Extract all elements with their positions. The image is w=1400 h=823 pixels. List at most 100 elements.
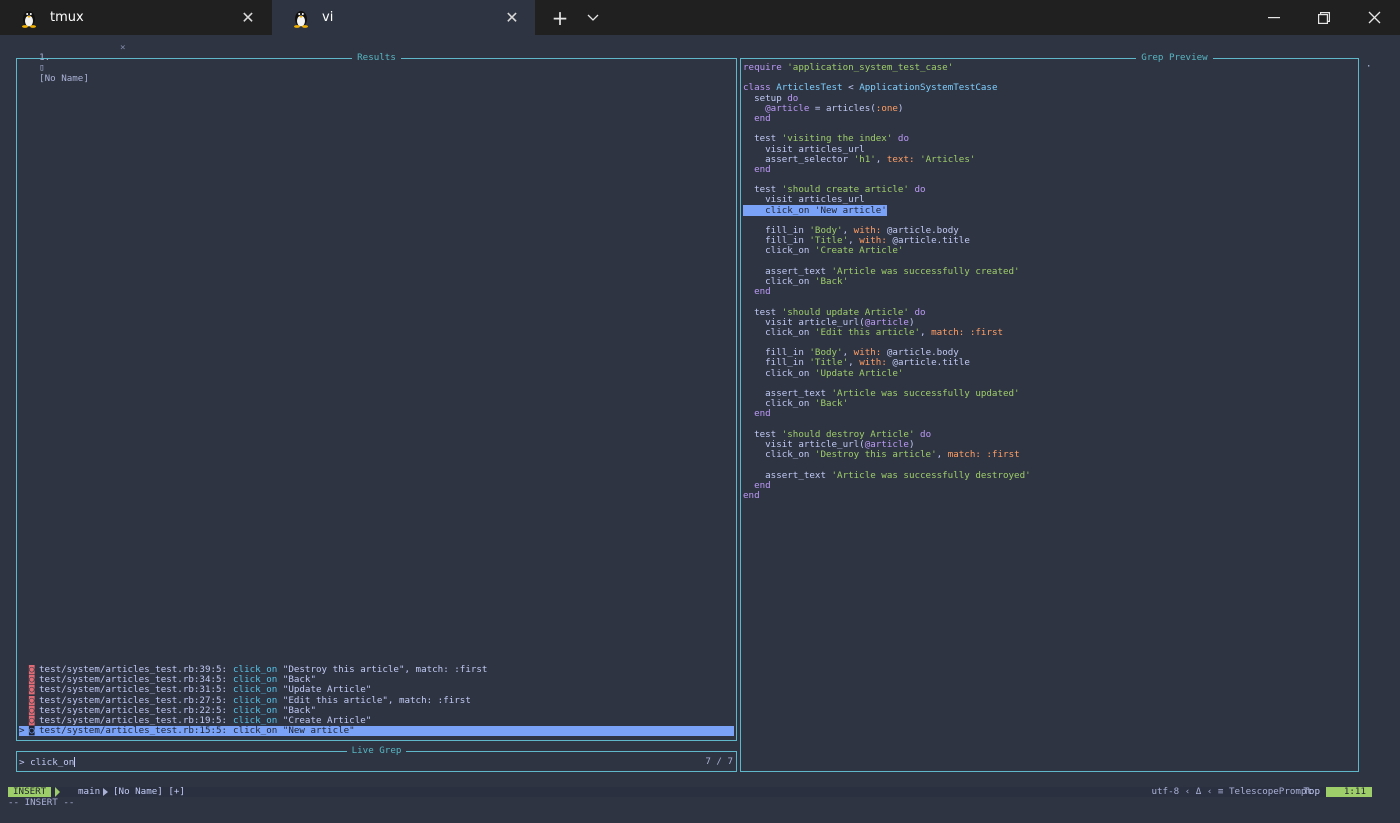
code-line: end xyxy=(743,489,1356,501)
statusline-filename: [No Name] [+] xyxy=(113,786,185,797)
code-line: @article = articles(:one) xyxy=(743,102,1356,114)
code-token: end xyxy=(743,489,760,501)
code-token: , xyxy=(920,326,932,338)
result-match: click_on xyxy=(233,725,278,737)
code-line: end xyxy=(743,409,1356,419)
window-close-button[interactable] xyxy=(1356,0,1392,35)
code-token: text: xyxy=(886,153,915,165)
separator-arrow xyxy=(103,788,108,796)
code-token: 'Article was successfully updated' xyxy=(831,388,1020,399)
result-path: test/system/articles_test.rb:15:5: xyxy=(39,725,228,737)
code-token: ApplicationSystemTestCase xyxy=(859,82,998,94)
code-line: end xyxy=(743,113,1356,124)
code-token: < xyxy=(842,82,860,94)
scroll-position: Top xyxy=(1303,786,1320,797)
code-token: 'h1' xyxy=(853,153,876,165)
restore-button[interactable] xyxy=(1306,0,1342,35)
code-line: click_on 'Edit this article', match: :fi… xyxy=(743,326,1356,338)
code-token: 'Articles' xyxy=(920,153,976,165)
code-token: match: xyxy=(947,449,981,461)
code-token: 'Article was successfully created' xyxy=(831,265,1020,277)
cursor-position: 1:11 xyxy=(1325,786,1372,797)
tab-tmux[interactable]: tmux ✕ xyxy=(0,0,271,35)
code-token: 'Destroy this article' xyxy=(814,449,937,461)
code-line: click_on 'Back' xyxy=(743,399,1356,409)
code-preview: require 'application_system_test_case' c… xyxy=(743,62,1356,501)
restore-icon xyxy=(1318,11,1330,24)
close-icon[interactable]: × xyxy=(120,42,126,53)
results-panel: Results ◙ test/system/articles_test.rb:39… xyxy=(16,52,737,741)
tab-dropdown-button[interactable] xyxy=(578,0,608,35)
tab-vi[interactable]: vi ✕ xyxy=(272,0,535,35)
code-line: click_on 'Create Article' xyxy=(743,246,1356,256)
results-title: Results xyxy=(352,52,401,63)
terminal-titlebar: tmux ✕ vi ✕ + xyxy=(0,0,1400,35)
minimize-button[interactable] xyxy=(1256,0,1292,35)
prompt-prefix: > xyxy=(19,757,31,768)
selection-caret: > xyxy=(19,725,25,737)
code-line: click_on 'New article' xyxy=(743,204,1356,216)
code-token: visit articles_url xyxy=(743,194,865,206)
code-token: do xyxy=(908,184,926,196)
code-token: , xyxy=(936,449,948,461)
new-tab-button[interactable]: + xyxy=(545,0,575,35)
code-token: end xyxy=(743,408,771,420)
result-counter: 7 / 7 xyxy=(705,756,733,767)
chevron-down-icon xyxy=(587,14,599,21)
command-line: -- INSERT -- xyxy=(8,797,75,808)
scroll-marker: · xyxy=(1366,62,1372,72)
close-icon xyxy=(1368,11,1380,24)
close-icon[interactable]: ✕ xyxy=(501,7,523,29)
prompt-title: Live Grep xyxy=(346,745,407,756)
code-line: end xyxy=(743,287,1356,297)
search-input[interactable]: > click_on xyxy=(19,757,76,768)
code-token: = articles( xyxy=(809,102,876,114)
code-token: :first xyxy=(964,326,1004,338)
code-token: 'Back' xyxy=(814,275,849,287)
code-token: 'application_system_test_case' xyxy=(787,62,954,73)
highlighted-match: click_on 'New article' xyxy=(743,204,887,216)
code-token: 'Back' xyxy=(814,398,849,410)
minimize-icon xyxy=(1268,16,1280,18)
code-line: assert_selector 'h1', text: 'Articles' xyxy=(743,153,1356,165)
close-icon[interactable]: ✕ xyxy=(237,7,259,29)
code-token: :first xyxy=(980,449,1020,461)
tux-icon xyxy=(294,10,308,28)
code-token: match: xyxy=(931,326,965,338)
code-line: assert_text 'Article was successfully de… xyxy=(743,469,1356,481)
code-line: click_on 'Back' xyxy=(743,275,1356,287)
code-token: ) xyxy=(897,102,904,114)
preview-title: Grep Preview xyxy=(1136,52,1213,63)
code-line: end xyxy=(743,164,1356,175)
code-line: require 'application_system_test_case' xyxy=(743,62,1356,73)
code-token: 'Article was successfully destroyed' xyxy=(831,469,1031,481)
statusline-right: utf-8 ‹ Δ ‹ ≡ TelescopePrompt xyxy=(1151,786,1312,797)
list-item[interactable]: > ◙ test/system/articles_test.rb:15:5: clic… xyxy=(19,725,734,737)
result-text: "New article" xyxy=(277,725,355,737)
code-token: click_on xyxy=(743,367,815,379)
code-line: class ArticlesTest < ApplicationSystemTe… xyxy=(743,83,1356,93)
file-icon: ◙ xyxy=(29,725,35,737)
separator-arrow xyxy=(55,787,60,797)
code-token: click_on xyxy=(743,449,815,461)
code-line: click_on 'Destroy this article', match: … xyxy=(743,450,1356,460)
statusline: INSERT main [No Name] [+] utf-8 ‹ Δ ‹ ≡ … xyxy=(8,786,1372,797)
mode-indicator: INSERT xyxy=(8,786,52,797)
code-line: click_on 'Update Article' xyxy=(743,367,1356,379)
code-token: 'Create Article' xyxy=(814,245,904,257)
fileformat-icon: Δ xyxy=(1195,786,1202,797)
code-token: do xyxy=(914,428,932,440)
tab-label: tmux xyxy=(50,10,84,25)
results-list: ◙ test/system/articles_test.rb:39:5: click… xyxy=(19,664,734,737)
code-token: :one xyxy=(875,102,898,114)
prompt-panel[interactable]: Live Grep > click_on 7 / 7 xyxy=(16,745,737,772)
file-encoding: utf-8 xyxy=(1151,786,1180,797)
code-token: do xyxy=(892,133,909,145)
nvim-tabline[interactable]: 1. ▯ [No Name] × xyxy=(28,42,125,83)
code-token: 'Update Article' xyxy=(814,367,904,379)
code-token: require xyxy=(743,62,788,73)
search-query[interactable]: click_on xyxy=(30,757,74,768)
tab-label: vi xyxy=(322,10,334,25)
filetype: TelescopePrompt xyxy=(1229,786,1312,797)
code-token: , xyxy=(875,153,887,165)
